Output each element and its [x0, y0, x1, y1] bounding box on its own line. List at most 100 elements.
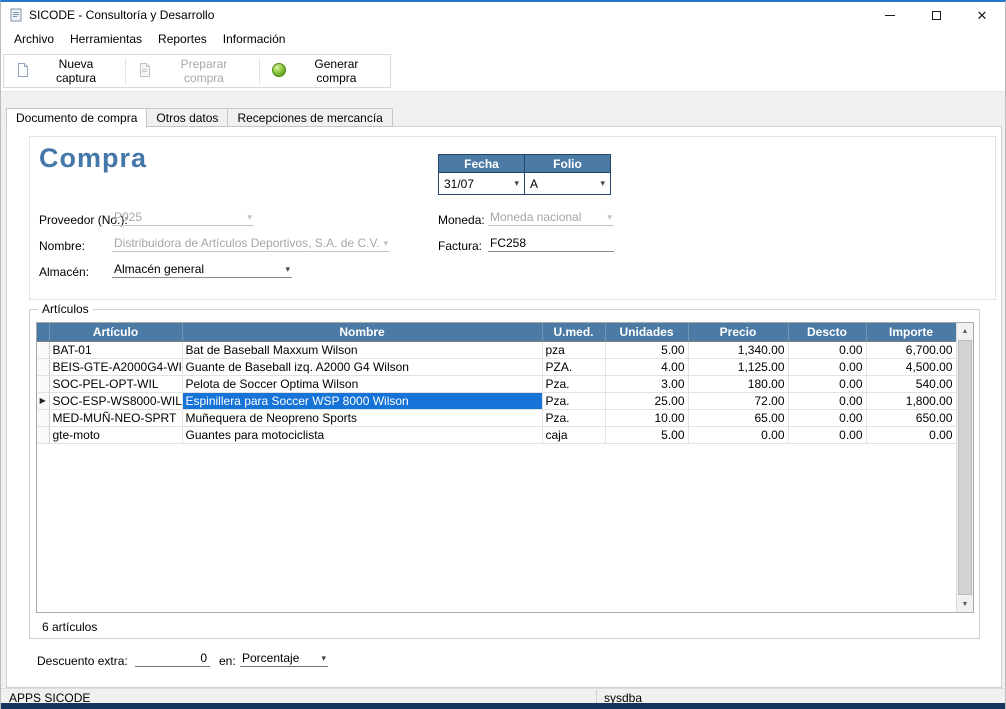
menu-archivo[interactable]: Archivo [6, 30, 62, 48]
cell-unidades[interactable]: 5.00 [605, 426, 688, 443]
cell-articulo[interactable]: SOC-ESP-WS8000-WIL [49, 392, 182, 409]
cell-descto[interactable]: 0.00 [788, 392, 866, 409]
moneda-label: Moneda: [438, 213, 485, 227]
cell-nombre[interactable]: Muñequera de Neopreno Sports [182, 409, 542, 426]
header-row: Artículo Nombre U.med. Unidades Precio D… [37, 323, 956, 341]
scroll-down-icon: ▼ [962, 601, 969, 608]
descuento-extra-input[interactable]: 0 [135, 650, 210, 667]
cell-descto[interactable]: 0.00 [788, 358, 866, 375]
articles-grid: Artículo Nombre U.med. Unidades Precio D… [36, 322, 974, 613]
cell-importe[interactable]: 4,500.00 [866, 358, 956, 375]
factura-label: Factura: [438, 239, 482, 253]
cell-unidades[interactable]: 4.00 [605, 358, 688, 375]
table-row[interactable]: SOC-PEL-OPT-WILPelota de Soccer Optima W… [37, 375, 956, 392]
cell-nombre[interactable]: Espinillera para Soccer WSP 8000 Wilson [182, 392, 542, 409]
cell-umed[interactable]: Pza. [542, 409, 605, 426]
cell-descto[interactable]: 0.00 [788, 375, 866, 392]
cell-nombre[interactable]: Bat de Baseball Maxxum Wilson [182, 341, 542, 358]
fecha-select[interactable]: 31/07▾ [439, 173, 525, 195]
cell-precio[interactable]: 72.00 [688, 392, 788, 409]
tab-otros-datos[interactable]: Otros datos [146, 108, 228, 127]
cell-unidades[interactable]: 25.00 [605, 392, 688, 409]
tab-recepciones-de-mercancia[interactable]: Recepciones de mercancía [227, 108, 392, 127]
app-icon [9, 8, 23, 22]
cell-nombre[interactable]: Guantes para motociclista [182, 426, 542, 443]
cell-importe[interactable]: 0.00 [866, 426, 956, 443]
proveedor-value: P025 [114, 210, 142, 224]
cell-nombre[interactable]: Guante de Baseball izq. A2000 G4 Wilson [182, 358, 542, 375]
table-row[interactable]: ▶SOC-ESP-WS8000-WILEspinillera para Socc… [37, 392, 956, 409]
table-row[interactable]: BAT-01Bat de Baseball Maxxum Wilsonpza5.… [37, 341, 956, 358]
table-row[interactable]: BEIS-GTE-A2000G4-WILGuante de Baseball i… [37, 358, 956, 375]
column-header-nombre[interactable]: Nombre [182, 323, 542, 341]
descuento-tipo-value: Porcentaje [242, 651, 299, 665]
cell-precio[interactable]: 0.00 [688, 426, 788, 443]
cell-importe[interactable]: 540.00 [866, 375, 956, 392]
cell-unidades[interactable]: 5.00 [605, 341, 688, 358]
maximize-button[interactable] [913, 2, 959, 28]
tab-documento-de-compra[interactable]: Documento de compra [6, 108, 147, 128]
menu-herramientas[interactable]: Herramientas [62, 30, 150, 48]
cell-umed[interactable]: PZA. [542, 358, 605, 375]
cell-descto[interactable]: 0.00 [788, 409, 866, 426]
cell-articulo[interactable]: BAT-01 [49, 341, 182, 358]
cell-articulo[interactable]: gte-moto [49, 426, 182, 443]
row-selector [37, 375, 49, 392]
row-selector-header [37, 323, 49, 341]
descuento-tipo-select[interactable]: Porcentaje ▾ [240, 650, 328, 667]
scroll-up-icon: ▲ [962, 328, 969, 335]
chevron-down-icon: ▾ [285, 264, 290, 275]
descuento-en-label: en: [219, 654, 236, 668]
chevron-down-icon: ▾ [383, 238, 388, 249]
cell-descto[interactable]: 0.00 [788, 341, 866, 358]
nueva-captura-button[interactable]: Nueva captura [4, 55, 125, 87]
cell-nombre[interactable]: Pelota de Soccer Optima Wilson [182, 375, 542, 392]
column-header-articulo[interactable]: Artículo [49, 323, 182, 341]
cell-descto[interactable]: 0.00 [788, 426, 866, 443]
column-header-importe[interactable]: Importe [866, 323, 956, 341]
minimize-button[interactable] [867, 2, 913, 28]
cell-articulo[interactable]: MED-MUÑ-NEO-SPRT [49, 409, 182, 426]
column-header-precio[interactable]: Precio [688, 323, 788, 341]
factura-input[interactable]: FC258 [488, 235, 614, 252]
almacen-select[interactable]: Almacén general ▾ [112, 261, 292, 278]
cell-articulo[interactable]: BEIS-GTE-A2000G4-WIL [49, 358, 182, 375]
fecha-value: 31/07 [444, 177, 474, 191]
menu-reportes[interactable]: Reportes [150, 30, 215, 48]
cell-umed[interactable]: Pza. [542, 392, 605, 409]
cell-importe[interactable]: 1,800.00 [866, 392, 956, 409]
generar-compra-button[interactable]: Generar compra [260, 55, 390, 87]
vertical-scrollbar[interactable]: ▲ ▼ [956, 323, 973, 612]
fecha-header: Fecha [439, 155, 525, 173]
cell-precio[interactable]: 65.00 [688, 409, 788, 426]
chevron-down-icon: ▾ [247, 212, 252, 223]
toolbar: Nueva captura Preparar compra Generar co… [1, 49, 1005, 92]
window-controls: ✕ [867, 2, 1005, 28]
column-header-unidades[interactable]: Unidades [605, 323, 688, 341]
menu-informacion[interactable]: Información [215, 30, 294, 48]
scrollbar-thumb[interactable] [958, 340, 972, 595]
cell-precio[interactable]: 180.00 [688, 375, 788, 392]
cell-umed[interactable]: caja [542, 426, 605, 443]
table-row[interactable]: MED-MUÑ-NEO-SPRTMuñequera de Neopreno Sp… [37, 409, 956, 426]
column-header-descto[interactable]: Descto [788, 323, 866, 341]
almacen-value: Almacén general [114, 262, 204, 276]
cell-articulo[interactable]: SOC-PEL-OPT-WIL [49, 375, 182, 392]
cell-precio[interactable]: 1,340.00 [688, 341, 788, 358]
cell-unidades[interactable]: 3.00 [605, 375, 688, 392]
cell-unidades[interactable]: 10.00 [605, 409, 688, 426]
folio-header: Folio [525, 155, 611, 173]
tab-strip: Documento de compra Otros datos Recepcio… [6, 108, 392, 128]
cell-importe[interactable]: 650.00 [866, 409, 956, 426]
scroll-down-button[interactable]: ▼ [957, 596, 973, 612]
cell-precio[interactable]: 1,125.00 [688, 358, 788, 375]
close-button[interactable]: ✕ [959, 2, 1005, 28]
table-row[interactable]: gte-motoGuantes para motociclistacaja5.0… [37, 426, 956, 443]
cell-umed[interactable]: Pza. [542, 375, 605, 392]
cell-umed[interactable]: pza [542, 341, 605, 358]
cell-importe[interactable]: 6,700.00 [866, 341, 956, 358]
column-header-umed[interactable]: U.med. [542, 323, 605, 341]
folio-select[interactable]: A▾ [525, 173, 611, 195]
scroll-up-button[interactable]: ▲ [957, 323, 973, 339]
nombre-label: Nombre: [39, 239, 85, 253]
